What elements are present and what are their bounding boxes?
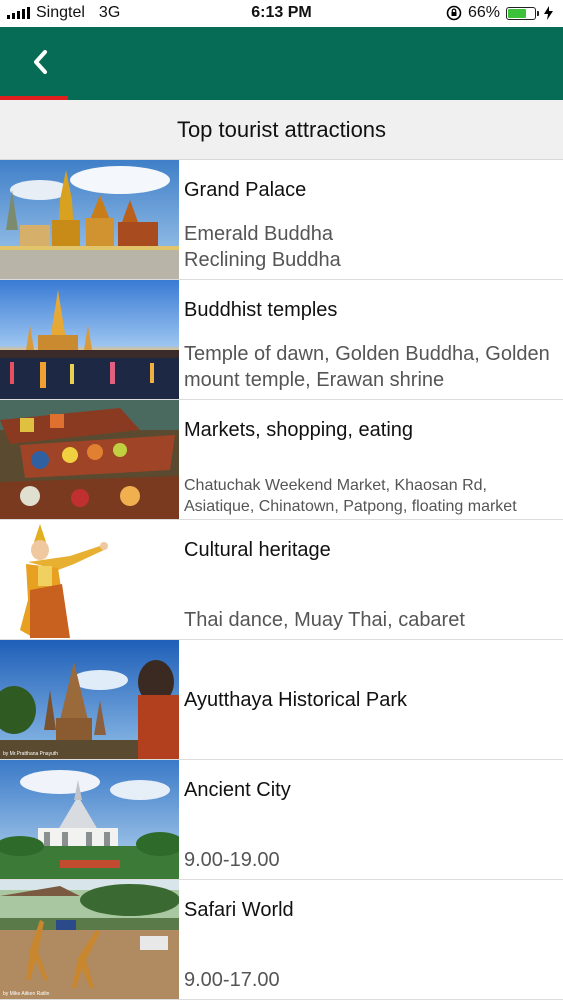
- attraction-title: Cultural heritage: [184, 539, 331, 561]
- status-bar: Singtel 3G 6:13 PM 66%: [0, 0, 563, 27]
- attraction-subtitle: Thai dance, Muay Thai, cabaret: [184, 609, 465, 631]
- loading-progress-bar: [0, 96, 563, 100]
- attraction-title: Buddhist temples: [184, 299, 338, 321]
- app-header: [0, 27, 563, 100]
- attraction-title: Markets, shopping, eating: [184, 419, 414, 441]
- loading-progress-fill: [0, 96, 68, 100]
- ancient-city-pavilion-photo: [0, 760, 179, 879]
- attraction-list: Grand Palace Emerald Buddha Reclining Bu…: [0, 160, 563, 1000]
- attraction-subtitle: Temple of dawn, Golden Buddha, Golden mo…: [184, 343, 550, 391]
- back-button[interactable]: [24, 43, 58, 81]
- battery-percent: 66%: [467, 4, 500, 21]
- status-right: 66%: [446, 4, 553, 22]
- attraction-subtitle: Emerald Buddha Reclining Buddha: [184, 223, 341, 271]
- list-item-ayutthaya[interactable]: by Mr.Pratthana Pnayuth Ayutthaya Histor…: [0, 640, 563, 760]
- attraction-title: Ancient City: [184, 779, 291, 801]
- thai-dancer-photo: [0, 520, 179, 639]
- attraction-subtitle: Chatuchak Weekend Market, Khaosan Rd, As…: [184, 477, 517, 515]
- attraction-subtitle: 9.00-17.00: [184, 969, 280, 991]
- page-title-bar: Top tourist attractions: [0, 100, 563, 160]
- list-item-text: Cultural heritage Thai dance, Muay Thai,…: [179, 520, 563, 639]
- list-item-grand-palace[interactable]: Grand Palace Emerald Buddha Reclining Bu…: [0, 160, 563, 280]
- list-item-cultural-heritage[interactable]: Cultural heritage Thai dance, Muay Thai,…: [0, 520, 563, 640]
- list-item-text: Grand Palace Emerald Buddha Reclining Bu…: [179, 160, 563, 279]
- attraction-subtitle: 9.00-19.00: [184, 849, 280, 871]
- photo-credit: by Mike Aitken Ratlin: [3, 991, 50, 997]
- attraction-title: Ayutthaya Historical Park: [184, 688, 408, 711]
- grand-palace-photo: [0, 160, 179, 279]
- list-item-text: Ancient City 9.00-19.00: [179, 760, 563, 879]
- list-item-text: Buddhist temples Temple of dawn, Golden …: [179, 280, 563, 399]
- list-item-text: Markets, shopping, eating Chatuchak Week…: [179, 400, 563, 519]
- chevron-left-icon: [34, 50, 47, 74]
- attraction-title: Safari World: [184, 899, 294, 921]
- safari-giraffes-photo: by Mike Aitken Ratlin: [0, 880, 179, 999]
- temple-of-dawn-photo: [0, 280, 179, 399]
- battery-icon: [506, 6, 539, 20]
- ayutthaya-ruins-photo: by Mr.Pratthana Pnayuth: [0, 640, 179, 759]
- list-item-ancient-city[interactable]: Ancient City 9.00-19.00: [0, 760, 563, 880]
- page-title: Top tourist attractions: [176, 116, 387, 142]
- attraction-title: Grand Palace: [184, 179, 307, 201]
- list-item-safari-world[interactable]: by Mike Aitken Ratlin Safari World 9.00-…: [0, 880, 563, 1000]
- list-item-text: Safari World 9.00-17.00: [179, 880, 563, 999]
- floating-market-photo: [0, 400, 179, 519]
- list-item-text: Ayutthaya Historical Park: [179, 640, 563, 759]
- list-item-buddhist-temples[interactable]: Buddhist temples Temple of dawn, Golden …: [0, 280, 563, 400]
- photo-credit: by Mr.Pratthana Pnayuth: [3, 751, 59, 757]
- charging-bolt-icon: [544, 6, 553, 20]
- list-item-markets[interactable]: Markets, shopping, eating Chatuchak Week…: [0, 400, 563, 520]
- rotation-lock-icon: [446, 5, 462, 21]
